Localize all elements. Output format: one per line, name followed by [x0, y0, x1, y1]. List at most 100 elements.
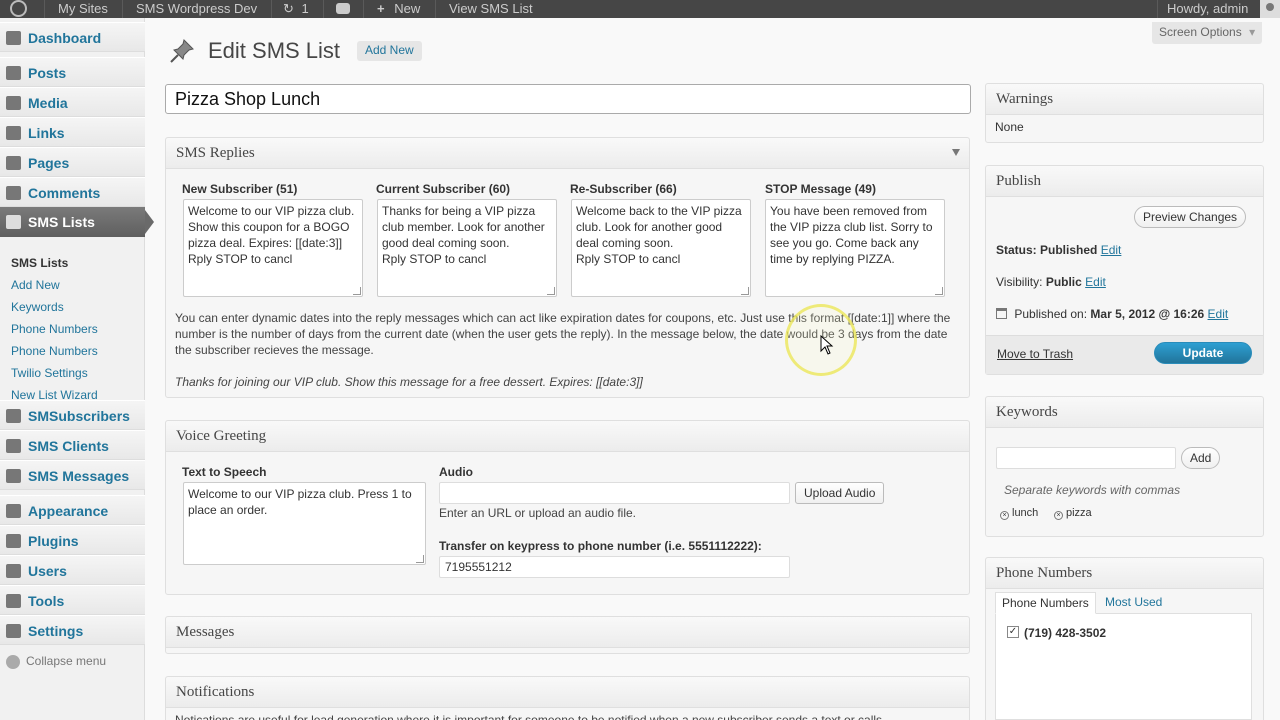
menu-posts[interactable]: Posts	[0, 57, 145, 87]
visibility-value: Public	[1045, 275, 1082, 289]
submenu-sms-lists[interactable]: SMS Lists	[0, 252, 145, 274]
voice-greeting-title[interactable]: Voice Greeting	[166, 421, 969, 452]
wordpress-logo-icon[interactable]	[10, 0, 32, 18]
published-value: Mar 5, 2012 @ 16:26	[1090, 307, 1205, 321]
menu-smsubscribers[interactable]: SMSubscribers	[0, 400, 145, 430]
avatar[interactable]	[1260, 0, 1280, 18]
status-value: Published	[1040, 243, 1098, 257]
tts-textarea[interactable]: Welcome to our VIP pizza club. Press 1 t…	[183, 482, 426, 565]
add-new-button[interactable]: Add New	[357, 41, 422, 61]
sms-lists-icon	[6, 215, 21, 229]
collapse-arrow-icon[interactable]	[952, 149, 960, 156]
notifications-title[interactable]: Notifications	[166, 677, 969, 708]
view-sms-list-link[interactable]: View SMS List	[449, 0, 533, 18]
plugins-icon	[6, 534, 21, 548]
visibility-label: Visibility:	[996, 275, 1043, 289]
menu-media[interactable]: Media	[0, 87, 145, 117]
stop-message-textarea[interactable]: You have been removed from the VIP pizza…	[765, 199, 945, 297]
audio-url-input[interactable]	[439, 482, 790, 504]
admin-bar-separator	[44, 0, 45, 18]
submenu-keywords[interactable]: Keywords	[0, 296, 145, 318]
admin-bar-separator	[122, 0, 123, 18]
remove-tag-icon[interactable]: ×	[1000, 511, 1009, 520]
menu-appearance[interactable]: Appearance	[0, 495, 145, 525]
menu-label: SMS Clients	[28, 438, 109, 454]
plus-icon: +	[377, 1, 385, 16]
menu-label: Pages	[28, 155, 70, 171]
published-label: Published on:	[1014, 307, 1088, 321]
tab-phone-numbers[interactable]: Phone Numbers	[995, 592, 1096, 614]
screen-options-button[interactable]: Screen Options ▾	[1152, 22, 1262, 44]
pushpin-icon	[170, 39, 194, 63]
messages-box: Messages	[165, 616, 970, 654]
keyword-tag-lunch: × lunch	[1000, 507, 1038, 520]
keywords-title[interactable]: Keywords	[986, 397, 1263, 428]
keyword-input[interactable]	[996, 447, 1176, 469]
phone-numbers-title[interactable]: Phone Numbers	[986, 558, 1263, 589]
current-subscriber-textarea[interactable]: Thanks for being a VIP pizza club member…	[377, 199, 557, 297]
menu-label: SMSubscribers	[28, 408, 130, 424]
submenu-twilio-settings[interactable]: Twilio Settings	[0, 362, 145, 384]
menu-label: SMS Messages	[28, 468, 130, 484]
menu-label: Posts	[28, 65, 67, 81]
menu-label: Media	[28, 95, 68, 111]
comment-bubble-icon[interactable]	[336, 0, 350, 18]
menu-plugins[interactable]: Plugins	[0, 525, 145, 555]
pages-icon	[6, 156, 21, 170]
published-on-row: Published on: Mar 5, 2012 @ 16:26 Edit	[996, 307, 1228, 321]
phone-number-checkbox[interactable]: ✓	[1007, 626, 1019, 638]
menu-links[interactable]: Links	[0, 117, 145, 147]
screen-options-label: Screen Options	[1159, 25, 1242, 39]
messages-title[interactable]: Messages	[166, 617, 969, 648]
admin-sidebar: Dashboard Posts Media Links Pages Commen…	[0, 18, 154, 720]
keyword-tag-pizza: × pizza	[1054, 507, 1092, 520]
menu-sms-messages[interactable]: SMS Messages	[0, 460, 145, 490]
new-label: New	[394, 1, 421, 16]
comments-icon	[6, 186, 21, 200]
menu-sms-lists[interactable]: SMS Lists	[0, 207, 154, 237]
collapse-menu-button[interactable]: Collapse menu	[6, 654, 106, 669]
menu-settings[interactable]: Settings	[0, 615, 145, 645]
visibility-edit-link[interactable]: Edit	[1085, 275, 1106, 289]
menu-sms-clients[interactable]: SMS Clients	[0, 430, 145, 460]
re-subscriber-textarea[interactable]: Welcome back to the VIP pizza club. Look…	[571, 199, 751, 297]
new-content-link[interactable]: + New	[377, 0, 420, 18]
menu-label: Appearance	[28, 503, 109, 519]
tts-label: Text to Speech	[182, 465, 267, 479]
sms-replies-title[interactable]: SMS Replies	[166, 138, 969, 169]
settings-icon	[6, 624, 21, 638]
media-icon	[6, 96, 21, 110]
publish-title[interactable]: Publish	[986, 166, 1263, 197]
add-keyword-button[interactable]: Add	[1181, 447, 1221, 469]
tab-most-used[interactable]: Most Used	[1099, 592, 1168, 614]
remove-tag-icon[interactable]: ×	[1054, 511, 1063, 520]
preview-changes-button[interactable]: Preview Changes	[1134, 206, 1247, 228]
transfer-phone-input[interactable]: 7195551212	[439, 556, 790, 578]
menu-tools[interactable]: Tools	[0, 585, 145, 615]
subscribers-icon	[6, 409, 21, 423]
menu-comments[interactable]: Comments	[0, 177, 145, 207]
users-icon	[6, 564, 21, 578]
menu-label: Dashboard	[28, 30, 102, 46]
menu-users[interactable]: Users	[0, 555, 145, 585]
menu-pages[interactable]: Pages	[0, 147, 145, 177]
submenu-phone-numbers-2[interactable]: Phone Numbers	[0, 340, 145, 362]
site-name-link[interactable]: SMS Wordpress Dev	[136, 0, 257, 18]
new-subscriber-textarea[interactable]: Welcome to our VIP pizza club. Show this…	[183, 199, 363, 297]
submenu-phone-numbers[interactable]: Phone Numbers	[0, 318, 145, 340]
move-to-trash-link[interactable]: Move to Trash	[997, 347, 1073, 361]
update-button[interactable]: Update	[1154, 342, 1252, 364]
post-title-input[interactable]: Pizza Shop Lunch	[165, 84, 971, 114]
my-sites-link[interactable]: My Sites	[58, 0, 108, 18]
menu-dashboard[interactable]: Dashboard	[0, 22, 145, 52]
howdy-account-link[interactable]: Howdy, admin	[1167, 0, 1248, 18]
upload-audio-button[interactable]: Upload Audio	[795, 482, 885, 504]
dynamic-date-example: Thanks for joining our VIP club. Show th…	[175, 375, 643, 389]
warnings-title[interactable]: Warnings	[986, 84, 1263, 115]
submenu-add-new[interactable]: Add New	[0, 274, 145, 296]
menu-label: Links	[28, 125, 65, 141]
collapse-label: Collapse menu	[26, 654, 107, 668]
updates-link[interactable]: ↻ 1	[283, 0, 309, 18]
published-edit-link[interactable]: Edit	[1208, 307, 1229, 321]
status-edit-link[interactable]: Edit	[1101, 243, 1122, 257]
